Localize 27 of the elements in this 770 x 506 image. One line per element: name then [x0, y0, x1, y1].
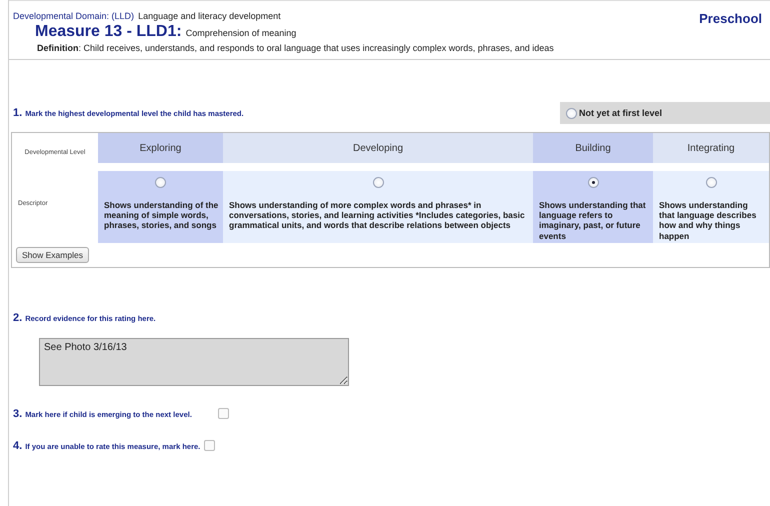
- level-radio[interactable]: [588, 177, 598, 188]
- level-header: Integrating: [653, 133, 769, 163]
- question-number: 1.: [13, 107, 22, 119]
- level-radio[interactable]: [706, 177, 716, 188]
- level-descriptor: Shows understanding that language refers to imaginary, past, or future events: [533, 190, 653, 243]
- level-descriptor: Shows understanding of more complex words and phrases* in conversations, stories, and learning activities *Includes categories, basic grammatical units, and words that describe relations between objects: [223, 190, 533, 243]
- level-descriptor: Shows understanding that language describes how and why things happen: [653, 190, 769, 243]
- show-examples-button[interactable]: Show Examples: [16, 246, 89, 263]
- question-number: 3.: [13, 408, 22, 420]
- definition-text: Definition: Child receives, understands, and responds to oral language that uses increasingly complex words, phrases, and ideas: [37, 43, 554, 53]
- checkbox[interactable]: [204, 440, 216, 452]
- level-radio[interactable]: [155, 177, 166, 188]
- level-radio[interactable]: [372, 177, 384, 188]
- question-number: 4.: [13, 440, 22, 452]
- level-descriptor: Shows understanding of the meaning of simple words, phrases, stories, and songs: [98, 190, 223, 243]
- level-header: Exploring: [98, 133, 223, 163]
- checkbox[interactable]: [218, 408, 229, 420]
- level-header: Building: [533, 133, 653, 163]
- program-label: Preschool: [699, 11, 763, 28]
- question-number: 2.: [13, 312, 22, 324]
- measure-title: Measure 13 - LLD1:: [35, 23, 182, 41]
- domain-name: Language and literacy development: [138, 11, 281, 21]
- measure-subtitle: Comprehension of meaning: [186, 28, 296, 38]
- not-yet-option[interactable]: Not yet at first level: [560, 102, 770, 124]
- domain-label: Developmental Domain: (LLD): [13, 11, 134, 21]
- evidence-field[interactable]: See Photo 3/16/13: [39, 338, 349, 386]
- level-header: Developing: [223, 133, 533, 163]
